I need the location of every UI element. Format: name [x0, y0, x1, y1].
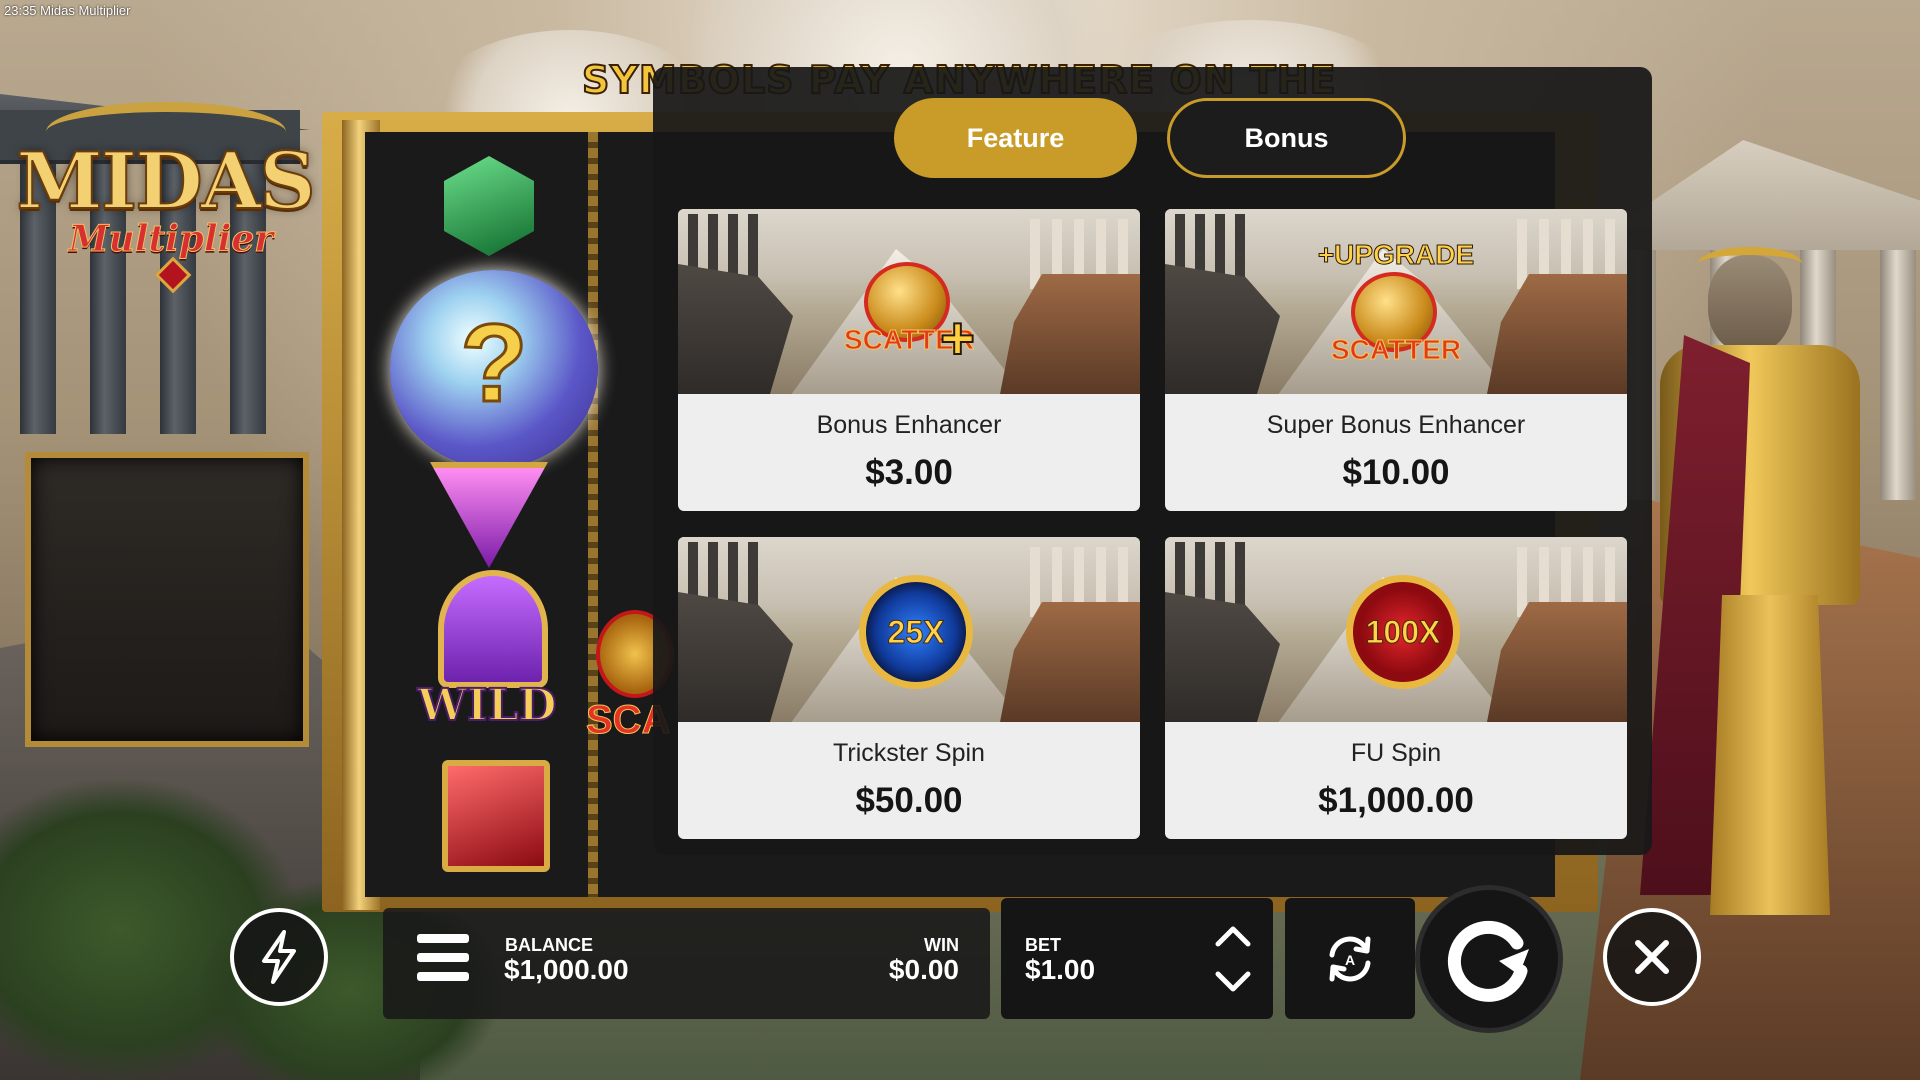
card-price: $50.00 [855, 781, 963, 820]
turbo-button[interactable] [230, 908, 328, 1006]
menu-icon[interactable] [417, 934, 469, 982]
midas-character [1640, 247, 1890, 915]
feature-card-super-bonus-enhancer[interactable]: +UPGRADE SCATTER Super Bonus Enhancer $1… [1165, 209, 1627, 511]
red-gem-symbol [442, 760, 550, 872]
card-price: $3.00 [865, 453, 953, 492]
card-title: Super Bonus Enhancer [1266, 411, 1526, 439]
card-title: FU Spin [1350, 739, 1442, 767]
card-title: Bonus Enhancer [816, 411, 1002, 439]
game-logo: MIDAS Multiplier [15, 102, 317, 294]
feature-card-bonus-enhancer[interactable]: SCATTER + Bonus Enhancer $3.00 [678, 209, 1140, 511]
card-artwork: 100X [1165, 537, 1627, 722]
emblem-text: SCATTER [1331, 334, 1462, 366]
win-label: WIN [924, 935, 959, 955]
balance-win-panel: BALANCE $1,000.00 WIN $0.00 [383, 908, 990, 1019]
reel-divider [588, 132, 598, 897]
scatter-emblem-icon: SCATTER [1331, 264, 1462, 374]
plus-icon: + [939, 305, 976, 372]
orb-question-mark: ? [459, 301, 529, 427]
multiplier-100x-medal-icon: 100X [1346, 575, 1460, 689]
feature-card-trickster-spin[interactable]: 25X Trickster Spin $50.00 [678, 537, 1140, 839]
bet-label: BET [1025, 935, 1061, 955]
logo-title: MIDAS [15, 135, 316, 228]
win-value: $0.00 [888, 954, 959, 985]
chevron-down-icon[interactable] [1213, 968, 1253, 998]
lightning-icon [262, 930, 296, 984]
autoplay-icon: A [1329, 936, 1371, 981]
autoplay-badge: A [1345, 952, 1355, 968]
chevron-up-icon[interactable] [1213, 920, 1253, 950]
balance-label: BALANCE [505, 935, 593, 955]
close-modal-button[interactable] [1603, 908, 1701, 1006]
side-info-board [25, 452, 309, 747]
balance-value: $1,000.00 [504, 954, 629, 985]
card-price: $1,000.00 [1318, 781, 1474, 820]
spin-button[interactable] [1415, 885, 1563, 1033]
spin-icon [1447, 920, 1529, 1002]
wild-symbol: WILD [412, 570, 562, 732]
ruby-gem-icon [154, 256, 192, 294]
card-title: Trickster Spin [833, 739, 985, 767]
card-artwork: 25X [678, 537, 1140, 722]
tab-bonus[interactable]: Bonus [1167, 98, 1406, 178]
bet-panel: BET $1.00 [1001, 898, 1273, 1019]
multiplier-25x-medal-icon: 25X [859, 575, 973, 689]
close-icon [1635, 940, 1669, 974]
autoplay-button[interactable]: A [1285, 898, 1415, 1019]
lyre-icon [438, 570, 548, 688]
window-title: Midas Multiplier [40, 3, 131, 18]
tab-feature[interactable]: Feature [894, 98, 1137, 178]
clock-time: 23:35 [4, 3, 37, 18]
scatter-symbol-partial: SCA [585, 610, 674, 743]
logo-subtitle: Multiplier [68, 218, 274, 261]
card-price: $10.00 [1342, 453, 1450, 492]
feature-card-fu-spin[interactable]: 100X FU Spin $1,000.00 [1165, 537, 1627, 839]
wild-label: WILD [416, 679, 557, 732]
feature-buy-modal: Feature Bonus SCATTER + Bonus Enhancer $… [653, 67, 1652, 855]
card-artwork: +UPGRADE SCATTER [1165, 209, 1627, 394]
window-titlebar: 23:35 Midas Multiplier [4, 3, 130, 18]
bet-value: $1.00 [1025, 954, 1096, 985]
multiplier-orb-symbol: ? [390, 270, 598, 468]
card-artwork: SCATTER + [678, 209, 1140, 394]
